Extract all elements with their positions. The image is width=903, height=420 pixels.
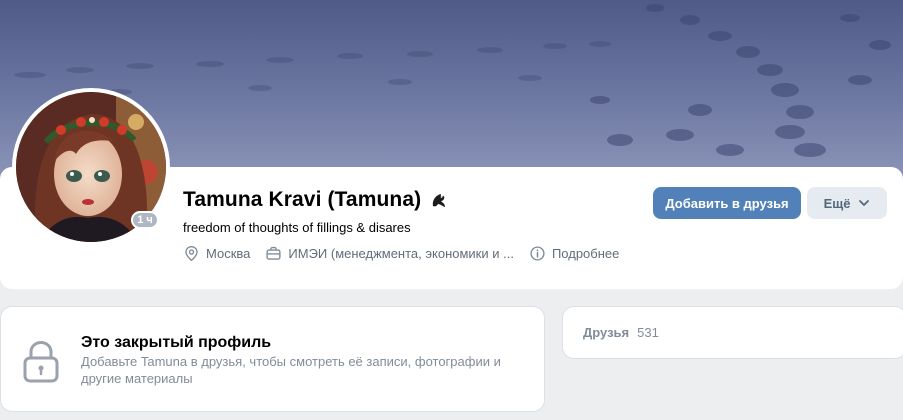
info-circle-icon (530, 246, 545, 261)
closed-profile-description: Добавьте Tamuna в друзья, чтобы смотреть… (81, 354, 501, 386)
profile-name: Tamuna Kravi (Tamuna) (183, 188, 422, 211)
friends-count: 531 (637, 325, 659, 340)
details-label: Подробнее (551, 246, 620, 261)
closed-profile-title: Это закрытый профиль (81, 334, 272, 351)
location-pin-icon (185, 246, 198, 262)
profile-meta: Москва ИМЭИ (менеджмента, экономики и ..… (183, 245, 634, 262)
closed-profile-card: Это закрытый профиль Добавьте Tamuna в д… (0, 306, 545, 412)
friends-card[interactable]: Друзья 531 (562, 306, 903, 359)
more-button-label: Ещё (823, 195, 851, 211)
profile-status: freedom of thoughts of fillings & disare… (183, 220, 411, 235)
briefcase-icon (266, 246, 281, 260)
meta-city[interactable]: Москва (183, 245, 250, 262)
add-friend-button[interactable]: Добавить в друзья (653, 187, 801, 219)
more-button[interactable]: Ещё (807, 187, 887, 219)
meta-details-link[interactable]: Подробнее (529, 245, 619, 262)
chevron-down-icon (859, 200, 870, 206)
friends-label: Друзья (583, 325, 630, 340)
online-badge: 1 ч (131, 211, 159, 229)
dragon-emoji-icon (433, 194, 446, 207)
city-label: Москва (206, 246, 251, 261)
education-label: ИМЭИ (менеджмента, экономики и ... (288, 246, 514, 261)
lock-icon (23, 340, 59, 383)
profile-name-row: Tamuna Kravi (Tamuna) (183, 188, 449, 212)
meta-education[interactable]: ИМЭИ (менеджмента, экономики и ... (265, 245, 514, 262)
